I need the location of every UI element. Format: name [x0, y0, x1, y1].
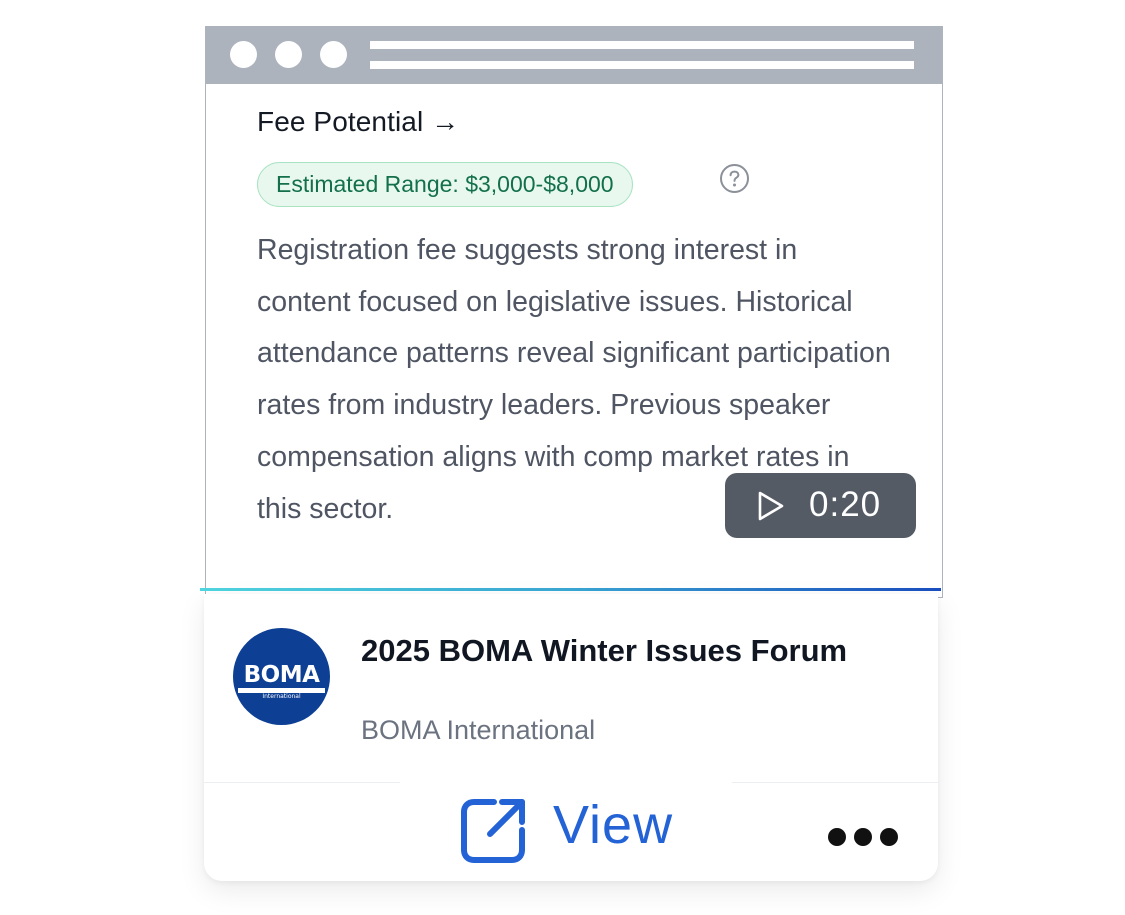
more-dots-icon	[828, 828, 846, 846]
question-circle-icon[interactable]	[719, 163, 750, 194]
window-dot-minimize	[275, 41, 302, 68]
window-dot-maximize	[320, 41, 347, 68]
event-card: BOMA International 2025 BOMA Winter Issu…	[204, 594, 938, 881]
logo-wordmark: BOMA	[243, 662, 320, 688]
view-button[interactable]: View	[400, 782, 732, 878]
event-title[interactable]: 2025 BOMA Winter Issues Forum	[361, 629, 881, 672]
play-icon	[758, 491, 784, 521]
view-button-label: View	[553, 795, 674, 855]
more-dots-icon	[880, 828, 898, 846]
address-bar-line	[370, 41, 914, 49]
address-bar-line	[370, 61, 914, 69]
window-dot-close	[230, 41, 257, 68]
fee-potential-heading[interactable]: Fee Potential →	[257, 106, 459, 138]
section-divider	[200, 588, 941, 591]
browser-title-bar	[206, 26, 942, 84]
event-organizer: BOMA International	[361, 715, 596, 745]
organizer-logo: BOMA International	[233, 628, 330, 725]
estimated-range-badge: Estimated Range: $3,000-$8,000	[257, 162, 633, 207]
more-dots-icon	[854, 828, 872, 846]
external-link-icon	[461, 799, 525, 863]
logo-subtext: International	[262, 693, 301, 700]
more-options-button[interactable]	[826, 824, 900, 850]
video-duration: 0:20	[809, 485, 882, 524]
video-play-chip[interactable]: 0:20	[725, 473, 916, 538]
